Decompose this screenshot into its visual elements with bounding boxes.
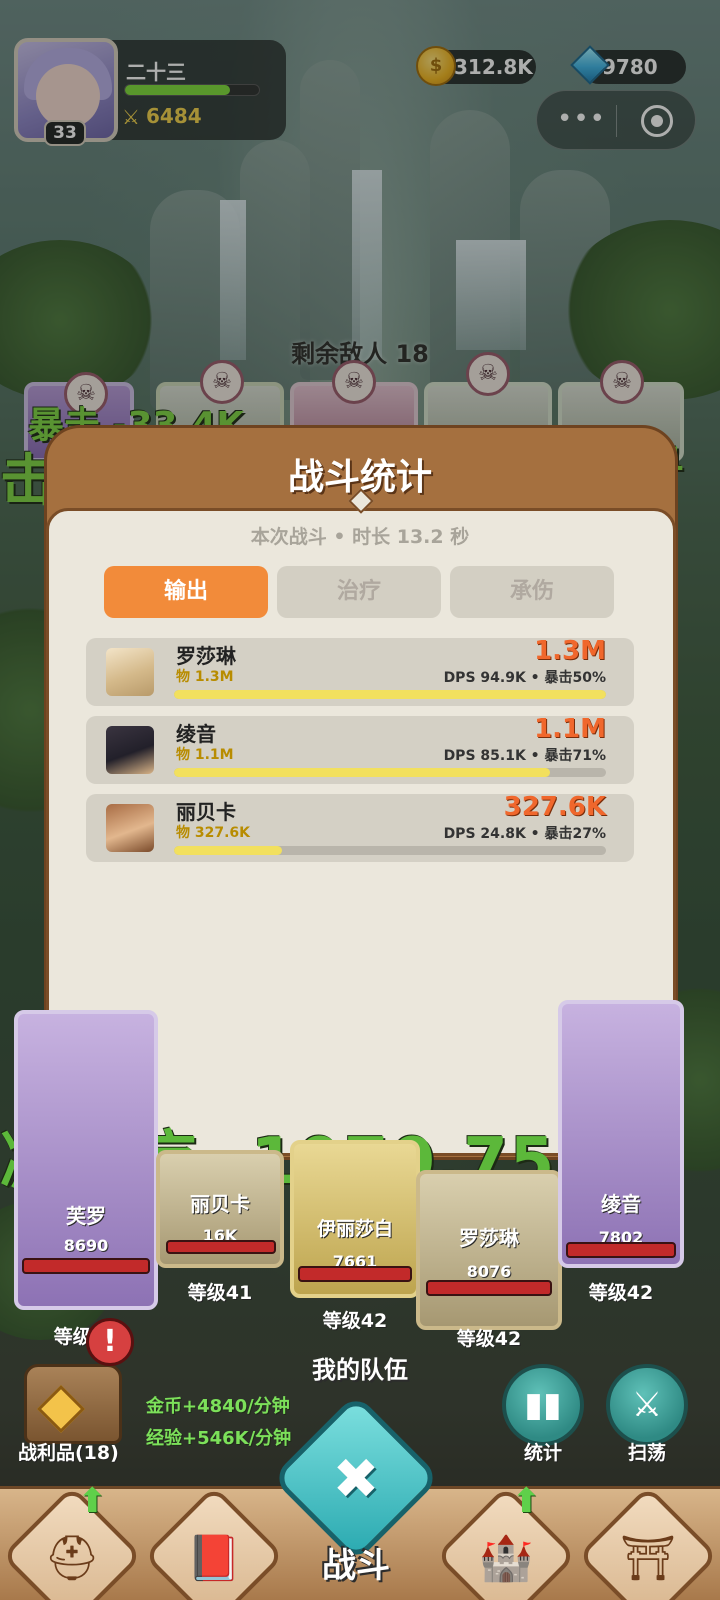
team-member-hp-bar bbox=[298, 1266, 412, 1282]
hero-stat-row[interactable]: 丽贝卡 物 327.6K 327.6K DPS 24.8K • 暴击27% bbox=[86, 792, 634, 862]
team-member-hp-bar bbox=[426, 1280, 552, 1296]
book-icon: 📕 bbox=[186, 1533, 242, 1584]
gold-rate: 金币+4840/分钟 bbox=[146, 1396, 290, 1417]
hero-total-damage: 327.6K bbox=[503, 792, 606, 822]
hero-dps-crit: DPS 85.1K • 暴击71% bbox=[443, 748, 606, 764]
team-member-level: 等级42 bbox=[588, 1282, 654, 1304]
nav-battle-label: 战斗 bbox=[322, 1546, 390, 1586]
team-member-hp-bar bbox=[166, 1240, 276, 1254]
team-member-level: 等级42 bbox=[322, 1310, 388, 1332]
crossed-swords-icon: ✖ bbox=[332, 1447, 380, 1512]
tab-healing[interactable]: 治疗 bbox=[277, 566, 441, 618]
team-member-name: 芙罗 bbox=[66, 1204, 106, 1228]
hero-total-damage: 1.3M bbox=[534, 636, 606, 666]
hero-damage-bar-fill bbox=[174, 768, 550, 777]
sweep-button[interactable]: ⚔ bbox=[606, 1364, 688, 1446]
alert-icon: ! bbox=[86, 1318, 134, 1366]
shrine-icon: ⛩ bbox=[620, 1533, 676, 1584]
hero-physical-damage: 物 1.3M bbox=[176, 669, 234, 685]
team-member-name: 伊丽莎白 bbox=[316, 1218, 393, 1240]
hero-name: 绫音 bbox=[176, 722, 216, 746]
hero-portrait bbox=[106, 648, 154, 696]
team-member-level: 等级41 bbox=[187, 1282, 253, 1304]
hero-total-damage: 1.1M bbox=[534, 714, 606, 744]
hero-damage-bar-fill bbox=[174, 690, 606, 699]
team-member-name: 丽贝卡 bbox=[190, 1192, 250, 1216]
team-member-hp: 8076 bbox=[466, 1262, 512, 1281]
upgrade-arrow-icon: ⬆ bbox=[78, 1481, 107, 1521]
stats-button[interactable]: ▮▮ bbox=[502, 1364, 584, 1446]
hero-dps-crit: DPS 94.9K • 暴击50% bbox=[443, 670, 606, 686]
hero-portrait bbox=[106, 726, 154, 774]
sword-icon: ⚔ bbox=[631, 1385, 663, 1425]
helmet-icon: ⛑ bbox=[44, 1533, 100, 1584]
team-member-name: 罗莎琳 bbox=[459, 1226, 519, 1250]
hero-stat-row[interactable]: 罗莎琳 物 1.3M 1.3M DPS 94.9K • 暴击50% bbox=[86, 636, 634, 706]
hero-physical-damage: 物 327.6K bbox=[176, 825, 251, 841]
loot-label: 战利品(18) bbox=[18, 1442, 119, 1464]
upgrade-arrow-icon: ⬆ bbox=[512, 1481, 541, 1521]
team-member-name: 绫音 bbox=[601, 1192, 641, 1216]
bar-chart-icon: ▮▮ bbox=[524, 1385, 562, 1425]
castle-icon: 🏰 bbox=[478, 1533, 534, 1584]
hero-damage-bar bbox=[174, 846, 606, 855]
exp-rate: 经验+546K/分钟 bbox=[146, 1428, 292, 1449]
team-member-hp-bar bbox=[22, 1258, 150, 1274]
hero-portrait bbox=[106, 804, 154, 852]
hero-damage-bar bbox=[174, 768, 606, 777]
battle-duration-text: 本次战斗 • 时长 13.2 秒 bbox=[250, 526, 470, 548]
team-member-hp: 8690 bbox=[63, 1236, 109, 1255]
stats-button-label: 统计 bbox=[523, 1442, 562, 1464]
team-member-hp-bar bbox=[566, 1242, 676, 1258]
hero-name: 罗莎琳 bbox=[176, 644, 236, 668]
hero-dps-crit: DPS 24.8K • 暴击27% bbox=[443, 826, 606, 842]
hero-physical-damage: 物 1.1M bbox=[176, 747, 234, 763]
hero-name: 丽贝卡 bbox=[176, 800, 236, 824]
hero-damage-bar-fill bbox=[174, 846, 282, 855]
hero-stat-row[interactable]: 绫音 物 1.1M 1.1M DPS 85.1K • 暴击71% bbox=[86, 714, 634, 784]
sweep-button-label: 扫荡 bbox=[627, 1442, 666, 1464]
team-member-level: 等级42 bbox=[456, 1328, 522, 1350]
tab-damage-taken[interactable]: 承伤 bbox=[450, 566, 614, 618]
hero-damage-bar bbox=[174, 690, 606, 699]
tab-damage[interactable]: 输出 bbox=[104, 566, 268, 618]
